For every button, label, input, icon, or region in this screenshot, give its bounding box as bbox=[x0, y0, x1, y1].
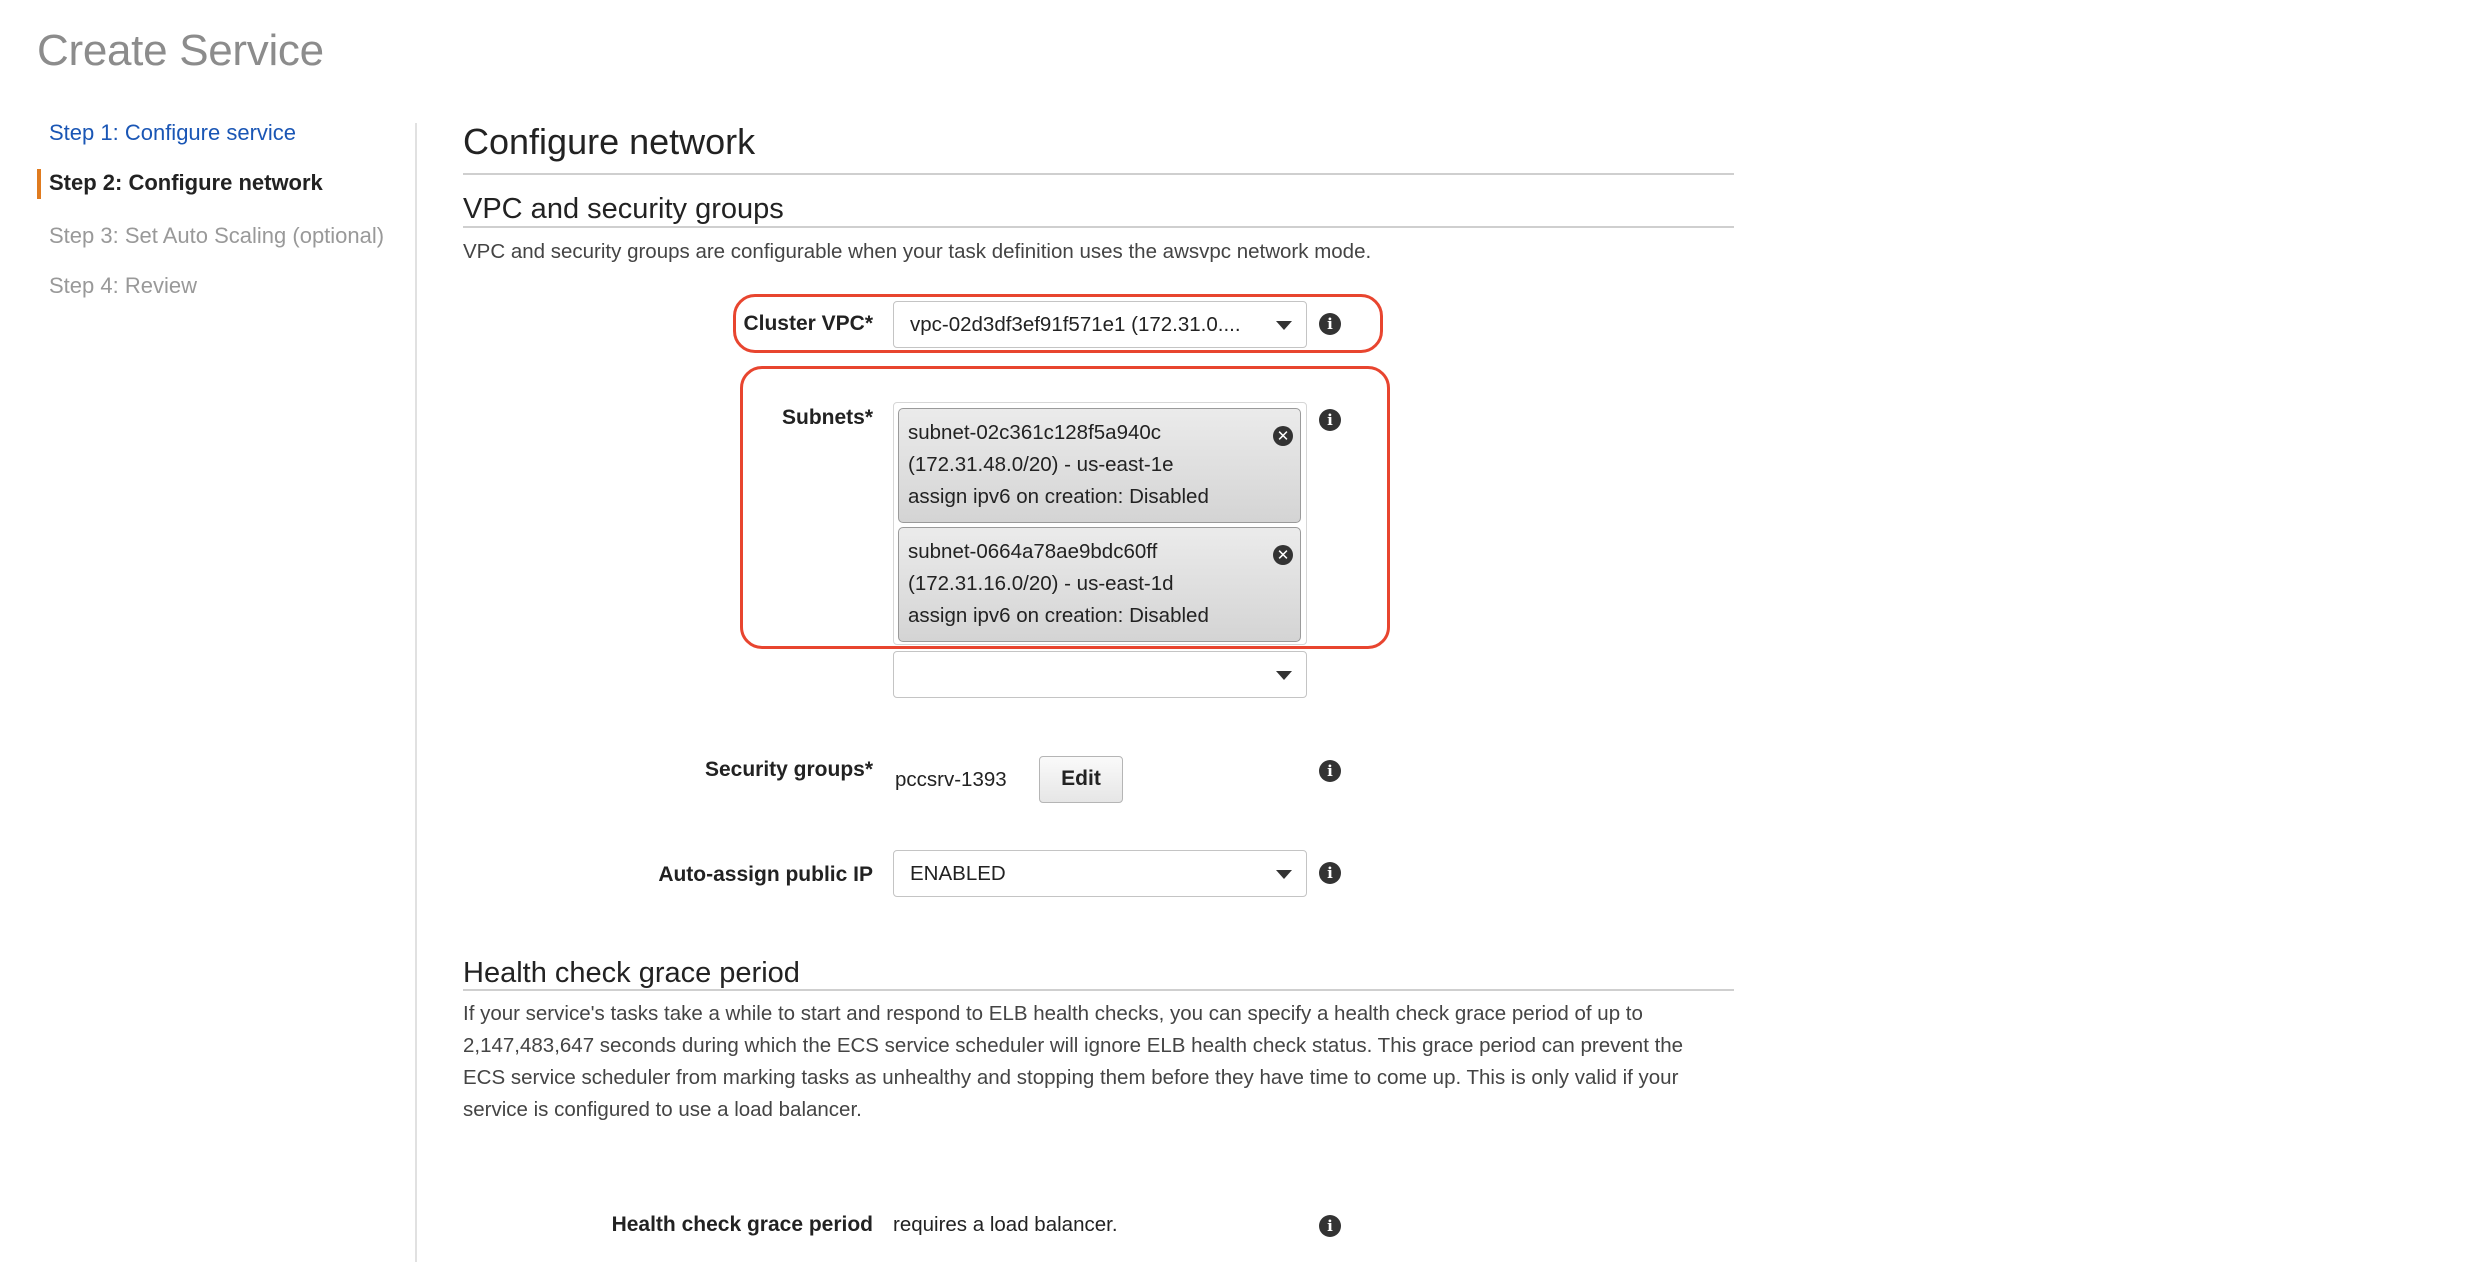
health-check-grace-period-value: requires a load balancer. bbox=[893, 1213, 1118, 1236]
step-auto-scaling: Step 3: Set Auto Scaling (optional) bbox=[49, 223, 385, 248]
section-title: Configure network bbox=[463, 121, 756, 162]
subnet-ipv6: assign ipv6 on creation: Disabled bbox=[908, 604, 1209, 627]
step-configure-service[interactable]: Step 1: Configure service bbox=[49, 119, 296, 147]
chevron-down-icon bbox=[1276, 870, 1292, 879]
subnets-label: Subnets* bbox=[781, 406, 873, 429]
security-groups-label: Security groups* bbox=[704, 758, 873, 781]
sidebar-divider bbox=[415, 123, 417, 1262]
remove-subnet-icon[interactable]: ✕ bbox=[1273, 545, 1293, 565]
subnet-token: subnet-02c361c128f5a940c (172.31.48.0/20… bbox=[898, 408, 1301, 523]
vpc-section-description: VPC and security groups are configurable… bbox=[463, 240, 1372, 263]
auto-assign-ip-label: Auto-assign public IP bbox=[658, 863, 873, 886]
active-step-marker bbox=[37, 169, 41, 199]
auto-assign-ip-select[interactable]: ENABLED bbox=[893, 850, 1307, 897]
cluster-vpc-label: Cluster VPC* bbox=[743, 312, 873, 335]
info-icon[interactable]: i bbox=[1319, 313, 1341, 335]
auto-assign-ip-value: ENABLED bbox=[910, 862, 1006, 885]
subnet-id: subnet-02c361c128f5a940c bbox=[908, 421, 1162, 444]
cluster-vpc-value: vpc-02d3df3ef91f571e1 (172.31.0.... bbox=[910, 313, 1241, 336]
remove-subnet-icon[interactable]: ✕ bbox=[1273, 426, 1293, 446]
subnet-cidr-zone: (172.31.16.0/20) - us-east-1d bbox=[908, 572, 1174, 595]
security-group-value: pccsrv-1393 bbox=[895, 768, 1007, 791]
divider bbox=[463, 173, 1734, 175]
page-title: Create Service bbox=[37, 26, 324, 75]
subnet-token: subnet-0664a78ae9bdc60ff (172.31.16.0/20… bbox=[898, 527, 1301, 642]
info-icon[interactable]: i bbox=[1319, 409, 1341, 431]
chevron-down-icon bbox=[1276, 321, 1292, 330]
health-check-section-heading: Health check grace period bbox=[463, 957, 800, 989]
divider bbox=[463, 226, 1734, 228]
chevron-down-icon bbox=[1276, 671, 1292, 680]
health-check-description: If your service's tasks take a while to … bbox=[463, 1002, 1684, 1121]
info-icon[interactable]: i bbox=[1319, 760, 1341, 782]
divider bbox=[463, 989, 1734, 991]
step-review: Step 4: Review bbox=[49, 273, 197, 298]
vpc-section-heading: VPC and security groups bbox=[463, 193, 784, 225]
add-subnet-select[interactable] bbox=[893, 651, 1307, 698]
info-icon[interactable]: i bbox=[1319, 862, 1341, 884]
subnet-cidr-zone: (172.31.48.0/20) - us-east-1e bbox=[908, 453, 1174, 476]
subnet-id: subnet-0664a78ae9bdc60ff bbox=[908, 540, 1158, 563]
step-configure-network[interactable]: Step 2: Configure network bbox=[49, 169, 323, 197]
info-icon[interactable]: i bbox=[1319, 1215, 1341, 1237]
health-check-grace-period-label: Health check grace period bbox=[611, 1213, 873, 1236]
subnets-multiselect[interactable]: subnet-02c361c128f5a940c (172.31.48.0/20… bbox=[893, 402, 1307, 645]
subnet-ipv6: assign ipv6 on creation: Disabled bbox=[908, 485, 1209, 508]
edit-security-groups-button[interactable]: Edit bbox=[1039, 756, 1123, 803]
cluster-vpc-select[interactable]: vpc-02d3df3ef91f571e1 (172.31.0.... bbox=[893, 301, 1307, 348]
